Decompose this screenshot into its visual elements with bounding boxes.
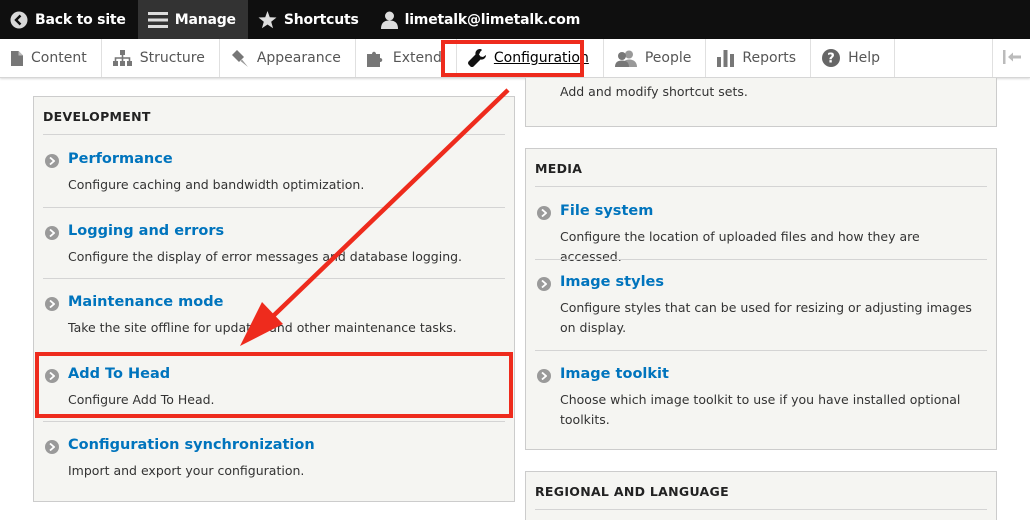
svg-text:?: ? bbox=[827, 52, 835, 67]
divider bbox=[535, 259, 987, 260]
development-heading: DEVELOPMENT bbox=[43, 109, 151, 124]
hamburger-icon bbox=[147, 11, 168, 28]
chevron-right-icon bbox=[45, 440, 59, 454]
image-toolkit-link[interactable]: Image toolkit bbox=[560, 366, 669, 382]
list-item-image-styles[interactable]: Image styles Configure styles that can b… bbox=[526, 274, 996, 335]
admin-toolbar: Back to site Manage Shortcuts limetalk@l… bbox=[0, 0, 1030, 39]
performance-description: Configure caching and bandwidth optimiza… bbox=[68, 177, 365, 192]
chevron-right-icon bbox=[45, 226, 59, 240]
development-panel: DEVELOPMENT Performance Configure cachin… bbox=[33, 96, 515, 502]
tray-label-reports: Reports bbox=[742, 50, 797, 66]
tray-label-structure: Structure bbox=[139, 50, 205, 66]
sitemap-icon bbox=[112, 50, 132, 66]
divider bbox=[535, 350, 987, 351]
manage-label: Manage bbox=[174, 11, 236, 28]
performance-link[interactable]: Performance bbox=[68, 151, 173, 167]
chevron-right-icon bbox=[45, 154, 59, 168]
list-item-performance[interactable]: Performance Configure caching and bandwi… bbox=[34, 151, 514, 192]
tray-item-content[interactable]: Content bbox=[0, 39, 102, 77]
tray-label-people: People bbox=[644, 50, 692, 66]
list-item-file-system[interactable]: File system Configure the location of up… bbox=[526, 203, 996, 264]
configuration-highlight bbox=[441, 40, 584, 77]
list-item-config-sync[interactable]: Configuration synchronization Import and… bbox=[34, 437, 514, 478]
add-to-head-highlight bbox=[35, 352, 513, 418]
regional-heading: REGIONAL AND LANGUAGE bbox=[535, 484, 729, 499]
divider bbox=[535, 509, 987, 510]
regional-panel: REGIONAL AND LANGUAGE bbox=[525, 471, 997, 520]
tray-item-help[interactable]: ? Help bbox=[811, 39, 895, 77]
chevron-right-icon bbox=[45, 297, 59, 311]
star-icon bbox=[258, 10, 277, 29]
list-item-maintenance[interactable]: Maintenance mode Take the site offline f… bbox=[34, 294, 514, 335]
puzzle-icon bbox=[366, 50, 385, 67]
people-icon bbox=[614, 50, 637, 67]
back-to-site-label: Back to site bbox=[35, 11, 126, 28]
config-sync-link[interactable]: Configuration synchronization bbox=[68, 437, 315, 453]
divider bbox=[43, 207, 505, 208]
list-item-image-toolkit[interactable]: Image toolkit Choose which image toolkit… bbox=[526, 366, 996, 427]
maintenance-link[interactable]: Maintenance mode bbox=[68, 294, 223, 310]
paintbrush-icon bbox=[231, 49, 249, 67]
tray-label-extend: Extend bbox=[392, 50, 442, 66]
shortcuts-label: Shortcuts bbox=[283, 11, 359, 28]
tray-item-appearance[interactable]: Appearance bbox=[220, 39, 356, 77]
divider bbox=[535, 186, 987, 187]
image-styles-link[interactable]: Image styles bbox=[560, 274, 664, 290]
config-sync-description: Import and export your configuration. bbox=[68, 463, 305, 478]
logging-description: Configure the display of error messages … bbox=[68, 249, 463, 264]
collapse-arrow-icon bbox=[1002, 49, 1021, 68]
chevron-right-icon bbox=[537, 277, 551, 291]
shortcuts-tab[interactable]: Shortcuts bbox=[248, 0, 371, 39]
question-icon: ? bbox=[822, 49, 841, 67]
tray-item-structure[interactable]: Structure bbox=[102, 39, 220, 77]
divider bbox=[43, 421, 505, 422]
collapse-tray-button[interactable] bbox=[992, 39, 1030, 77]
file-icon bbox=[11, 50, 23, 66]
tray-item-people[interactable]: People bbox=[604, 39, 707, 77]
tray-label-content: Content bbox=[31, 50, 87, 66]
image-styles-description: Configure styles that can be used for re… bbox=[560, 300, 972, 335]
chevron-right-icon bbox=[537, 206, 551, 220]
maintenance-description: Take the site offline for updates and ot… bbox=[68, 320, 457, 335]
media-panel: MEDIA File system Configure the location… bbox=[525, 148, 997, 450]
divider bbox=[43, 134, 505, 135]
file-system-description: Configure the location of uploaded files… bbox=[560, 229, 920, 264]
tray-label-help: Help bbox=[848, 50, 880, 66]
tray-item-reports[interactable]: Reports bbox=[706, 39, 812, 77]
back-to-site-link[interactable]: Back to site bbox=[0, 0, 138, 39]
user-tab[interactable]: limetalk@limetalk.com bbox=[371, 0, 592, 39]
user-icon bbox=[380, 11, 398, 29]
logging-link[interactable]: Logging and errors bbox=[68, 223, 224, 239]
user-interface-panel: Add and modify shortcut sets. bbox=[525, 78, 997, 127]
divider bbox=[43, 278, 505, 279]
file-system-link[interactable]: File system bbox=[560, 203, 653, 219]
manage-tab[interactable]: Manage bbox=[137, 0, 248, 39]
back-arrow-icon bbox=[10, 11, 28, 29]
image-toolkit-description: Choose which image toolkit to use if you… bbox=[560, 392, 961, 427]
media-heading: MEDIA bbox=[535, 161, 583, 176]
list-item-logging[interactable]: Logging and errors Configure the display… bbox=[34, 223, 514, 264]
user-label: limetalk@limetalk.com bbox=[404, 11, 581, 28]
tray-label-appearance: Appearance bbox=[256, 50, 341, 66]
chevron-right-icon bbox=[537, 369, 551, 383]
bar-chart-icon bbox=[717, 49, 735, 67]
shortcut-sets-description: Add and modify shortcut sets. bbox=[560, 84, 748, 99]
